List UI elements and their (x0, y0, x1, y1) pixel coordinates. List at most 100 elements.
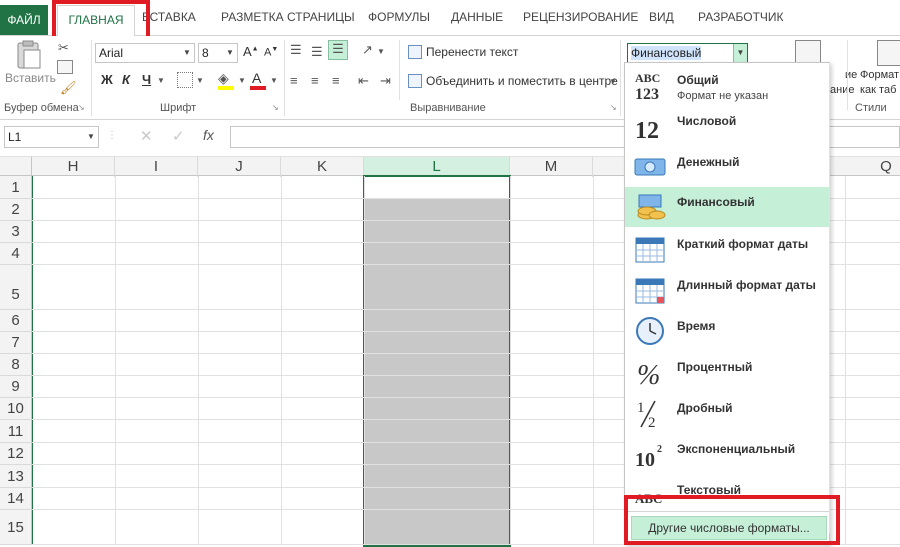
align-left-icon[interactable]: ≡ (290, 73, 298, 88)
format-item-general[interactable]: ABC 123 Общий Формат не указан (625, 65, 829, 105)
chevron-down-icon[interactable]: ▼ (377, 47, 385, 56)
svg-text:2: 2 (657, 444, 662, 455)
align-top-icon[interactable]: ☰ (290, 42, 302, 58)
tab-file[interactable]: ФАЙЛ (0, 5, 48, 35)
chevron-down-icon[interactable]: ▼ (157, 76, 165, 85)
format-painter-icon[interactable]: 🖌 (60, 80, 77, 96)
borders-icon[interactable] (177, 72, 193, 88)
row-header[interactable]: 6 (0, 310, 32, 332)
tab-page-layout[interactable]: РАЗМЕТКА СТРАНИЦЫ (221, 10, 355, 24)
row-header[interactable]: 2 (0, 199, 32, 221)
tab-view[interactable]: ВИД (649, 10, 674, 24)
row-header[interactable]: 8 (0, 354, 32, 376)
tab-insert[interactable]: ВСТАВКА (142, 10, 196, 24)
format-item-currency[interactable]: Денежный (625, 147, 829, 187)
column-header-k[interactable]: K (281, 157, 364, 177)
orientation-icon[interactable]: ↗ (362, 42, 373, 58)
increase-indent-icon[interactable]: ⇥ (380, 73, 391, 89)
row-header[interactable]: 1 (0, 176, 32, 199)
column-header-m[interactable]: M (510, 157, 593, 177)
font-name-select[interactable]: Arial ▼ (95, 43, 195, 63)
chevron-down-icon[interactable]: ▼ (238, 76, 246, 85)
fraction-icon: 12 (633, 397, 667, 431)
tab-developer[interactable]: РАЗРАБОТЧИК (698, 10, 784, 24)
divider (847, 40, 848, 110)
format-as-table-label-2[interactable]: как таб (860, 84, 896, 96)
fill-color-icon[interactable]: ◈ (218, 70, 229, 87)
tab-review[interactable]: РЕЦЕНЗИРОВАНИЕ (523, 10, 638, 24)
row-header[interactable]: 4 (0, 243, 32, 265)
format-item-fraction[interactable]: 12 Дробный (625, 393, 829, 433)
font-color-icon[interactable]: A (252, 70, 261, 86)
format-item-percent[interactable]: % Процентный (625, 352, 829, 392)
paste-icon[interactable] (14, 40, 44, 70)
wrap-text-icon (408, 45, 422, 59)
paste-label[interactable]: Вставить (5, 71, 56, 85)
selected-range (363, 175, 511, 547)
row-header[interactable]: 9 (0, 376, 32, 398)
grow-font-icon[interactable]: A▲ (243, 44, 259, 59)
font-size-select[interactable]: 8 ▼ (198, 43, 238, 63)
fill-color-bar (218, 86, 234, 90)
row-header[interactable]: 13 (0, 465, 32, 488)
wrap-text-button[interactable]: Перенести текст (426, 45, 518, 59)
merge-center-button[interactable]: Объединить и поместить в центре (426, 74, 618, 88)
chevron-down-icon[interactable]: ▼ (609, 77, 617, 86)
clipboard-launcher-icon[interactable]: ↘ (78, 103, 85, 112)
column-header-h[interactable]: H (32, 157, 115, 177)
column-header-i[interactable]: I (115, 157, 198, 177)
format-item-long-date[interactable]: Длинный формат даты (625, 270, 829, 310)
tab-formulas[interactable]: ФОРМУЛЫ (368, 10, 430, 24)
conditional-format-label-2[interactable]: ание (830, 84, 854, 96)
align-center-icon[interactable]: ≡ (311, 73, 319, 88)
underline-button[interactable]: Ч (142, 72, 151, 87)
format-label: Числовой (677, 114, 737, 128)
decrease-indent-icon[interactable]: ⇤ (358, 73, 369, 89)
shrink-font-icon[interactable]: A▼ (264, 46, 278, 59)
gridline (845, 176, 846, 545)
tab-data[interactable]: ДАННЫЕ (451, 10, 503, 24)
format-item-short-date[interactable]: Краткий формат даты (625, 229, 829, 269)
format-as-table-icon[interactable] (877, 40, 900, 66)
cancel-icon[interactable]: ✕ (140, 127, 153, 145)
format-item-scientific[interactable]: 10 2 Экспоненциальный (625, 434, 829, 474)
alignment-launcher-icon[interactable]: ↘ (610, 103, 617, 112)
format-item-time[interactable]: Время (625, 311, 829, 351)
row-header[interactable]: 5 (0, 265, 32, 310)
row-header[interactable]: 15 (0, 510, 32, 545)
insert-function-button[interactable]: fx (203, 127, 214, 143)
format-item-accounting[interactable]: Финансовый (625, 187, 829, 227)
align-right-icon[interactable]: ≡ (332, 73, 340, 88)
row-header[interactable]: 12 (0, 443, 32, 465)
dropdown-scrollbar-track[interactable] (829, 63, 830, 533)
align-middle-icon[interactable]: ☰ (311, 44, 323, 60)
name-box[interactable]: L1 ▼ (4, 126, 99, 148)
column-header-l[interactable]: L (364, 157, 510, 177)
row-header[interactable]: 14 (0, 488, 32, 510)
row-header[interactable]: 10 (0, 398, 32, 420)
font-color-bar (250, 86, 266, 90)
name-box-value: L1 (8, 130, 22, 144)
enter-icon[interactable]: ✓ (172, 127, 185, 145)
number-format-select[interactable]: Финансовый ▼ (627, 43, 748, 63)
chevron-down-icon[interactable]: ▼ (196, 76, 204, 85)
select-all-corner[interactable] (0, 157, 32, 177)
row-header[interactable]: 3 (0, 221, 32, 243)
clock-icon (633, 315, 667, 347)
chevron-down-icon[interactable]: ▼ (270, 76, 278, 85)
format-label: Процентный (677, 360, 753, 374)
svg-text:ABC: ABC (635, 71, 660, 85)
format-as-table-label[interactable]: Формат (860, 69, 899, 81)
cut-icon[interactable]: ✂ (58, 40, 69, 56)
italic-button[interactable]: К (122, 72, 130, 87)
row-header[interactable]: 7 (0, 332, 32, 354)
column-header-j[interactable]: J (198, 157, 281, 177)
font-launcher-icon[interactable]: ↘ (272, 103, 279, 112)
format-label: Общий (677, 73, 719, 87)
column-header-q[interactable]: Q (845, 157, 900, 177)
copy-icon[interactable] (57, 60, 73, 74)
format-item-number[interactable]: 12 Числовой (625, 106, 829, 146)
align-bottom-icon[interactable]: ☰ (328, 40, 348, 60)
row-header[interactable]: 11 (0, 420, 32, 443)
bold-button[interactable]: Ж (101, 72, 113, 87)
